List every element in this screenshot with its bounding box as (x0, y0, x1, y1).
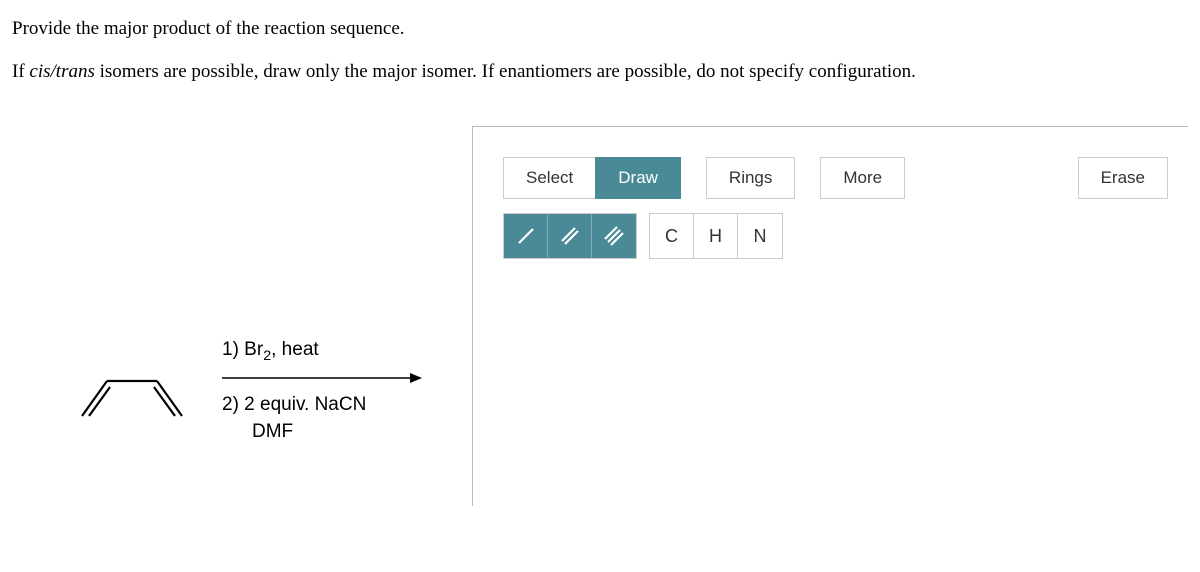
sub-toolbar: C H N (503, 213, 1168, 259)
reaction-step-1: 1) Br2, heat (222, 337, 422, 367)
double-bond-button[interactable] (548, 214, 592, 258)
question-line-1: Provide the major product of the reactio… (12, 15, 1188, 44)
reaction-step-2: 2) 2 equiv. NaCN (222, 392, 422, 419)
starting-material-structure (72, 356, 192, 426)
main-area: 1) Br2, heat 2) 2 equiv. NaCN DMF Select… (12, 126, 1188, 506)
reaction-conditions: 1) Br2, heat 2) 2 equiv. NaCN DMF (222, 337, 422, 446)
double-bond-icon (558, 224, 582, 248)
italic-term: cis/trans (29, 61, 94, 82)
reaction-arrow-icon (222, 370, 422, 386)
carbon-atom-button[interactable]: C (650, 214, 694, 258)
more-button[interactable]: More (820, 157, 905, 199)
erase-button[interactable]: Erase (1078, 157, 1168, 199)
reaction-step-2-solvent: DMF (222, 419, 422, 446)
triple-bond-icon (602, 224, 626, 248)
draw-button[interactable]: Draw (595, 157, 681, 199)
single-bond-button[interactable] (504, 214, 548, 258)
select-button[interactable]: Select (503, 157, 596, 199)
reaction-panel: 1) Br2, heat 2) 2 equiv. NaCN DMF (12, 126, 472, 506)
single-bond-icon (514, 224, 538, 248)
atom-tool-group: C H N (649, 213, 783, 259)
rings-button[interactable]: Rings (706, 157, 795, 199)
triple-bond-button[interactable] (592, 214, 636, 258)
question-line-2: If cis/trans isomers are possible, draw … (12, 58, 1188, 87)
drawing-panel: Select Draw Rings More Erase (472, 126, 1188, 506)
question-text: Provide the major product of the reactio… (12, 15, 1188, 86)
nitrogen-atom-button[interactable]: N (738, 214, 782, 258)
bond-tool-group (503, 213, 637, 259)
hydrogen-atom-button[interactable]: H (694, 214, 738, 258)
reaction-scheme: 1) Br2, heat 2) 2 equiv. NaCN DMF (72, 337, 422, 446)
main-toolbar: Select Draw Rings More Erase (503, 157, 1168, 199)
